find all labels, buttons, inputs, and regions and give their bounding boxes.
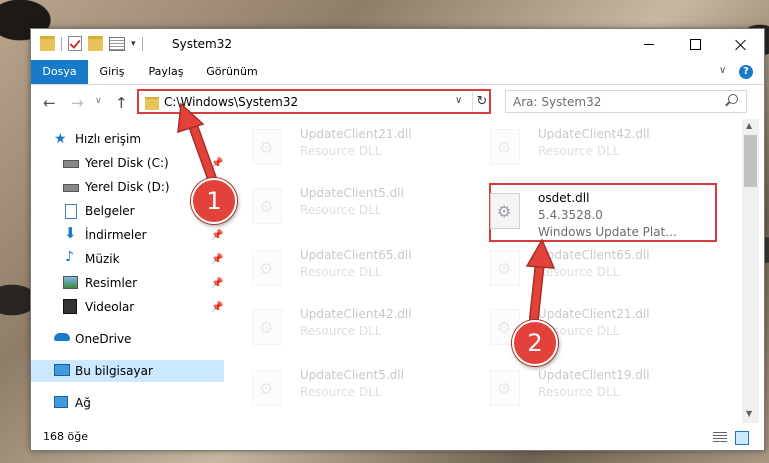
- callout-badge-1: 1: [191, 178, 237, 224]
- callout-arrow-2: [525, 238, 556, 323]
- callout-arrow-1: [177, 102, 219, 189]
- callout-overlay: [177, 102, 556, 323]
- callout-badge-2: 2: [512, 320, 558, 366]
